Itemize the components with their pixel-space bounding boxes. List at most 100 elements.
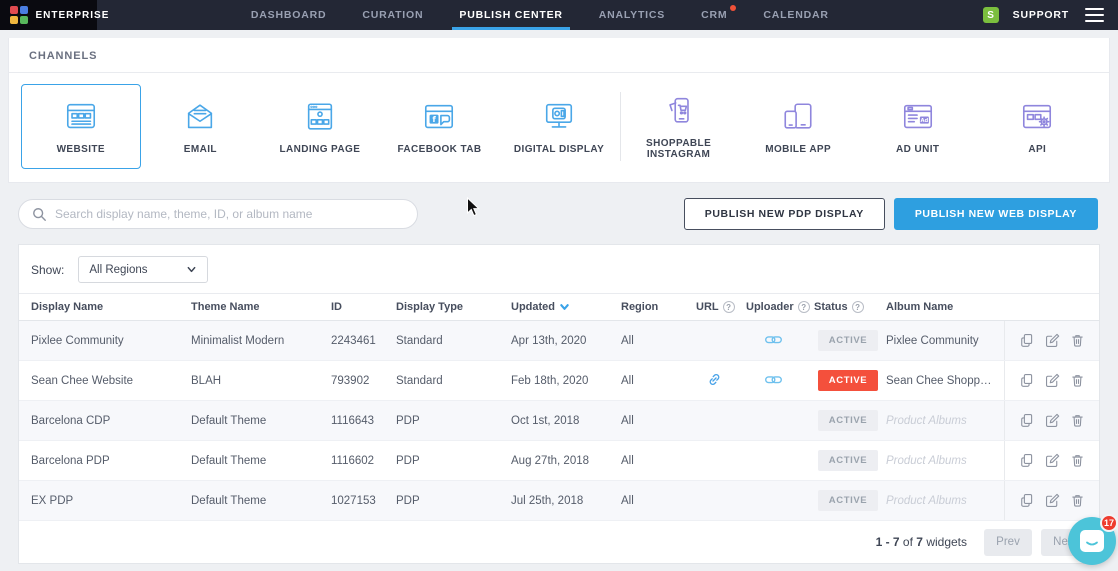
cell-display-type: PDP — [396, 495, 511, 507]
cell-display-name: Pixlee Community — [31, 335, 191, 347]
mobile-app-icon — [776, 99, 820, 135]
edit-button[interactable] — [1044, 332, 1061, 349]
cell-url — [696, 371, 746, 391]
channel-website[interactable]: WEBSITE — [21, 84, 141, 169]
duplicate-button[interactable] — [1018, 452, 1035, 469]
cell-display-name: Barcelona CDP — [31, 415, 191, 427]
nav-tab-dashboard[interactable]: DASHBOARD — [248, 0, 329, 30]
region-select-value: All Regions — [89, 264, 147, 276]
cell-display-name: Sean Chee Website — [31, 375, 191, 387]
url-help-icon[interactable]: ? — [723, 301, 735, 313]
cell-album-name: Pixlee Community — [886, 335, 1004, 347]
col-theme-name[interactable]: Theme Name — [191, 301, 331, 313]
user-avatar[interactable]: S — [983, 7, 999, 23]
col-updated[interactable]: Updated — [511, 301, 621, 313]
nav-tab-crm[interactable]: CRM — [698, 0, 730, 30]
table-row[interactable]: Barcelona CDP Default Theme 1116643 PDP … — [19, 401, 1099, 441]
top-nav: ENTERPRISE DASHBOARD CURATION PUBLISH CENT… — [0, 0, 1118, 30]
search-box[interactable] — [18, 199, 418, 229]
publish-center-page: ENTERPRISE DASHBOARD CURATION PUBLISH CENT… — [0, 0, 1118, 571]
table-header: Display Name Theme Name ID Display Type … — [19, 293, 1099, 321]
url-link-icon[interactable] — [706, 371, 723, 391]
cell-theme-name: Default Theme — [191, 415, 331, 427]
cell-display-type: Standard — [396, 335, 511, 347]
table-row[interactable]: Sean Chee Website BLAH 793902 Standard F… — [19, 361, 1099, 401]
duplicate-button[interactable] — [1018, 372, 1035, 389]
col-id[interactable]: ID — [331, 301, 396, 313]
publish-new-web-display-button[interactable]: PUBLISH NEW WEB DISPLAY — [894, 198, 1098, 230]
nav-tab-calendar[interactable]: CALENDAR — [760, 0, 831, 30]
table-row[interactable]: Pixlee Community Minimalist Modern 22434… — [19, 321, 1099, 361]
table-body: Pixlee Community Minimalist Modern 22434… — [19, 321, 1099, 521]
duplicate-button[interactable] — [1018, 412, 1035, 429]
filter-row: Show: All Regions — [19, 245, 1099, 293]
ad-unit-icon: Ad — [896, 99, 940, 135]
row-actions — [1004, 481, 1099, 520]
cell-theme-name: Default Theme — [191, 455, 331, 467]
digital-display-icon — [537, 99, 581, 135]
duplicate-button[interactable] — [1018, 332, 1035, 349]
cell-theme-name: Default Theme — [191, 495, 331, 507]
col-album-name[interactable]: Album Name — [886, 301, 1004, 313]
channel-shoppable-instagram[interactable]: SHOPPABLE INSTAGRAM — [619, 84, 739, 169]
edit-button[interactable] — [1044, 452, 1061, 469]
sort-desc-icon[interactable] — [559, 302, 570, 312]
publish-new-pdp-display-button[interactable]: PUBLISH NEW PDP DISPLAY — [684, 198, 885, 230]
channel-ad-unit[interactable]: Ad AD UNIT — [858, 84, 978, 169]
cell-status: ACTIVE — [814, 450, 886, 471]
status-badge: ACTIVE — [818, 330, 878, 351]
support-link[interactable]: SUPPORT — [1013, 9, 1069, 21]
cell-region: All — [621, 455, 696, 467]
row-actions — [1004, 361, 1099, 400]
col-region[interactable]: Region — [621, 301, 696, 313]
channel-email[interactable]: EMAIL — [141, 84, 261, 169]
channel-api[interactable]: API — [978, 84, 1098, 169]
delete-button[interactable] — [1069, 492, 1086, 509]
delete-button[interactable] — [1069, 372, 1086, 389]
chat-launcher[interactable]: 17 — [1068, 517, 1116, 565]
channel-landing-page[interactable]: LANDING PAGE — [260, 84, 380, 169]
chat-bubble-icon — [1080, 530, 1104, 552]
col-display-type[interactable]: Display Type — [396, 301, 511, 313]
col-display-name[interactable]: Display Name — [31, 301, 191, 313]
uploader-link-icon[interactable] — [764, 373, 783, 389]
nav-tab-analytics[interactable]: ANALYTICS — [596, 0, 668, 30]
delete-button[interactable] — [1069, 452, 1086, 469]
hamburger-menu-icon[interactable] — [1083, 4, 1106, 27]
brand[interactable]: ENTERPRISE — [0, 0, 97, 30]
channels-row: WEBSITE EMAIL LANDING PAGE f FACEBOOK TA… — [9, 73, 1109, 182]
edit-button[interactable] — [1044, 492, 1061, 509]
show-label: Show: — [31, 263, 64, 277]
cell-updated: Aug 27th, 2018 — [511, 455, 621, 467]
cell-display-name: Barcelona PDP — [31, 455, 191, 467]
table-row[interactable]: Barcelona PDP Default Theme 1116602 PDP … — [19, 441, 1099, 481]
delete-button[interactable] — [1069, 332, 1086, 349]
cell-theme-name: BLAH — [191, 375, 331, 387]
pagination-summary: 1 - 7 of 7 widgets — [876, 535, 967, 549]
status-help-icon[interactable]: ? — [852, 301, 864, 313]
row-actions — [1004, 401, 1099, 440]
toolbar: PUBLISH NEW PDP DISPLAY PUBLISH NEW WEB … — [18, 198, 1098, 230]
channel-digital-display[interactable]: DIGITAL DISPLAY — [499, 84, 619, 169]
channel-mobile-app[interactable]: MOBILE APP — [738, 84, 858, 169]
col-uploader[interactable]: Uploader? — [746, 301, 814, 313]
col-status[interactable]: Status? — [814, 301, 886, 313]
cell-id: 1027153 — [331, 495, 396, 507]
edit-button[interactable] — [1044, 412, 1061, 429]
channel-facebook-tab[interactable]: f FACEBOOK TAB — [380, 84, 500, 169]
edit-button[interactable] — [1044, 372, 1061, 389]
duplicate-button[interactable] — [1018, 492, 1035, 509]
cell-display-type: PDP — [396, 455, 511, 467]
nav-tab-publish-center[interactable]: PUBLISH CENTER — [456, 0, 565, 30]
col-url[interactable]: URL? — [696, 301, 746, 313]
region-select[interactable]: All Regions — [78, 256, 208, 283]
status-badge: ACTIVE — [818, 490, 878, 511]
nav-tab-curation[interactable]: CURATION — [359, 0, 426, 30]
table-row[interactable]: EX PDP Default Theme 1027153 PDP Jul 25t… — [19, 481, 1099, 521]
cell-display-name: EX PDP — [31, 495, 191, 507]
search-input[interactable] — [55, 207, 404, 221]
uploader-help-icon[interactable]: ? — [798, 301, 810, 313]
uploader-link-icon[interactable] — [764, 333, 783, 349]
prev-button[interactable]: Prev — [984, 529, 1032, 556]
delete-button[interactable] — [1069, 412, 1086, 429]
